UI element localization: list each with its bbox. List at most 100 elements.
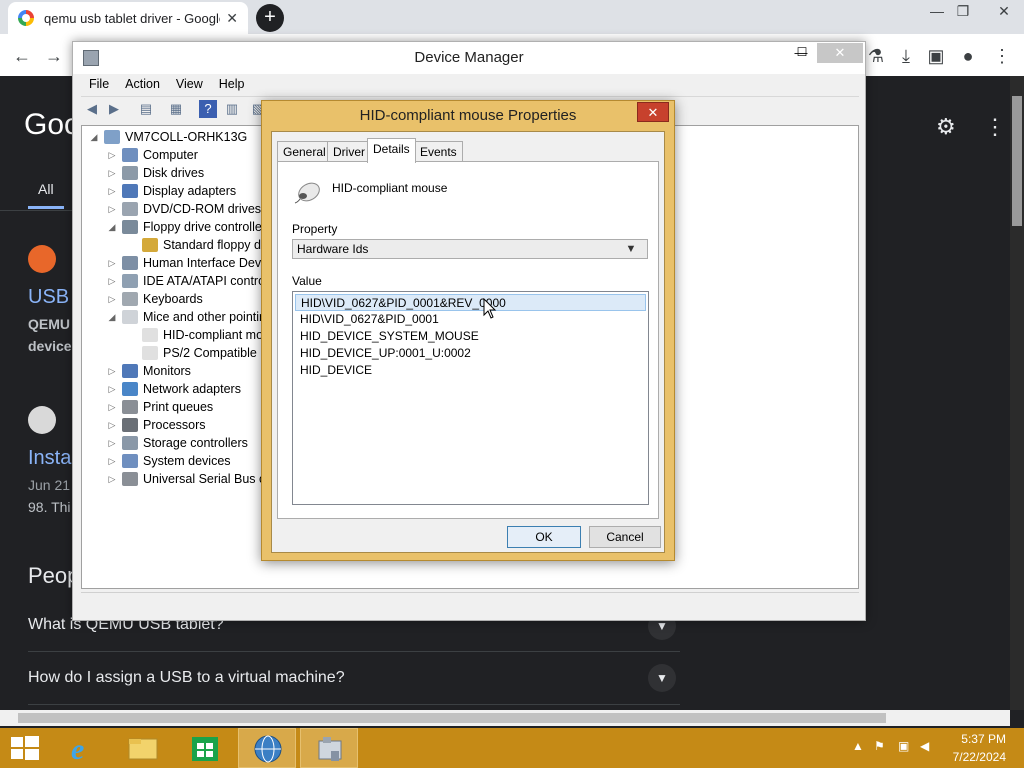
device-category-icon — [122, 472, 138, 486]
value-item[interactable]: HID_DEVICE_UP:0001_U:0002 — [295, 345, 646, 362]
tab-details[interactable]: Details — [367, 138, 416, 163]
clock-time[interactable]: 5:37 PM — [936, 732, 1006, 746]
chevron-right-icon[interactable]: ▷ — [106, 402, 118, 413]
side-panel-icon[interactable]: ▣ — [922, 42, 950, 70]
value-item[interactable]: HID_DEVICE_SYSTEM_MOUSE — [295, 328, 646, 345]
windows-store-icon[interactable] — [176, 728, 234, 768]
chevron-right-icon[interactable]: ▷ — [106, 474, 118, 485]
download-icon[interactable]: ⤓ — [892, 42, 920, 70]
network-globe-icon[interactable] — [238, 728, 296, 768]
tree-device-item[interactable]: Standard floppy dis — [126, 236, 270, 254]
device-manager-taskbar-icon[interactable] — [300, 728, 358, 768]
properties-sheet-icon[interactable]: ▦ — [167, 100, 185, 118]
new-tab-button[interactable]: + — [256, 4, 284, 32]
chevron-right-icon[interactable]: ▷ — [106, 294, 118, 305]
tree-category-item[interactable]: ▷ Disk drives — [106, 164, 204, 182]
file-explorer-icon[interactable] — [114, 728, 172, 768]
browser-tab[interactable]: qemu usb tablet driver - Google ✕ — [8, 2, 248, 34]
details-panel: HID-compliant mouse Property Hardware Id… — [277, 161, 659, 519]
chevron-right-icon[interactable]: ▷ — [106, 276, 118, 287]
forward-arrow-icon[interactable]: → — [40, 42, 68, 70]
internet-explorer-icon[interactable]: e — [54, 728, 112, 768]
tree-category-item[interactable]: ◢ Floppy drive controller — [106, 218, 266, 236]
profile-avatar-icon[interactable]: ● — [954, 42, 982, 70]
network-status-icon[interactable]: ▣ — [898, 739, 909, 753]
help-icon[interactable]: ? — [199, 100, 217, 118]
browser-tab-title: qemu usb tablet driver - Google — [44, 10, 221, 26]
show-hidden-icons-icon[interactable]: ▲ — [852, 739, 864, 753]
horizontal-scroll-thumb[interactable] — [18, 713, 886, 723]
tab-close-icon[interactable]: ✕ — [226, 10, 238, 27]
menu-view[interactable]: View — [168, 74, 211, 96]
value-item[interactable]: HID\VID_0627&PID_0001 — [295, 311, 646, 328]
tree-category-item[interactable]: ◢ Mice and other pointin — [106, 308, 266, 326]
tree-root[interactable]: ◢ VM7COLL-ORHK13G — [88, 128, 247, 146]
tree-category-item[interactable]: ▷ Display adapters — [106, 182, 236, 200]
tree-device-item[interactable]: PS/2 Compatible M — [126, 344, 271, 362]
tree-category-item[interactable]: ▷ Monitors — [106, 362, 191, 380]
tree-category-item[interactable]: ▷ Computer — [106, 146, 198, 164]
menu-file[interactable]: File — [81, 74, 117, 96]
chevron-down-icon[interactable]: ▼ — [648, 664, 676, 692]
tree-category-item[interactable]: ▷ Human Interface Devic — [106, 254, 270, 272]
chevron-right-icon[interactable]: ▷ — [106, 258, 118, 269]
chevron-right-icon[interactable]: ▷ — [106, 186, 118, 197]
result-title-link[interactable]: USB — [28, 286, 69, 309]
show-hide-console-icon[interactable]: ▤ — [137, 100, 155, 118]
menu-action[interactable]: Action — [117, 74, 168, 96]
back-arrow-icon[interactable]: ← — [8, 42, 36, 70]
tree-device-item[interactable]: HID-compliant mo — [126, 326, 263, 344]
ok-button[interactable]: OK — [507, 526, 581, 548]
action-pane-icon[interactable]: ▥ — [223, 100, 241, 118]
tree-category-item[interactable]: ▷ Storage controllers — [106, 434, 248, 452]
chevron-right-icon[interactable]: ▷ — [106, 204, 118, 215]
chevron-right-icon[interactable]: ▷ — [106, 420, 118, 431]
chevron-down-icon[interactable]: ◢ — [106, 312, 118, 323]
chevron-right-icon[interactable]: ▷ — [106, 168, 118, 179]
tree-category-item[interactable]: ▷ Universal Serial Bus co — [106, 470, 272, 488]
value-item-selected[interactable]: HID\VID_0627&PID_0001&REV_0000 — [295, 294, 646, 311]
tab-events[interactable]: Events — [414, 141, 463, 162]
chevron-right-icon[interactable]: ▷ — [106, 438, 118, 449]
back-arrow-icon[interactable]: ◀ — [83, 100, 101, 118]
tab-driver[interactable]: Driver — [327, 141, 371, 162]
tree-category-item[interactable]: ▷ Processors — [106, 416, 206, 434]
chevron-down-icon[interactable]: ▼ — [618, 240, 644, 258]
device-category-icon — [122, 202, 138, 216]
faq-question[interactable]: How do I assign a USB to a virtual machi… — [28, 669, 345, 687]
result-title-link[interactable]: Insta — [28, 447, 71, 470]
tab-all[interactable]: All — [38, 181, 54, 197]
chevron-right-icon[interactable]: ▷ — [106, 366, 118, 377]
value-listbox[interactable]: HID\VID_0627&PID_0001&REV_0000 HID\VID_0… — [292, 291, 649, 505]
action-center-flag-icon[interactable]: ⚑ — [874, 739, 885, 753]
browser-maximize-button[interactable]: ❐ — [946, 0, 980, 24]
vertical-scroll-thumb[interactable] — [1012, 96, 1022, 226]
volume-muted-icon[interactable]: ◀ — [920, 739, 929, 753]
gear-icon[interactable]: ⚙ — [936, 114, 956, 140]
property-select[interactable]: Hardware Ids — [292, 239, 648, 259]
chevron-right-icon[interactable]: ▷ — [106, 150, 118, 161]
chevron-down-icon[interactable]: ◢ — [88, 132, 100, 143]
tab-general[interactable]: General — [277, 141, 332, 162]
menu-help[interactable]: Help — [211, 74, 253, 96]
clock-date[interactable]: 7/22/2024 — [936, 750, 1006, 764]
close-button[interactable]: ✕ — [817, 43, 863, 63]
tree-category-item[interactable]: ▷ Network adapters — [106, 380, 241, 398]
chevron-down-icon[interactable]: ◢ — [106, 222, 118, 233]
tree-category-item[interactable]: ▷ System devices — [106, 452, 231, 470]
tree-category-item[interactable]: ▷ Print queues — [106, 398, 213, 416]
tree-category-item[interactable]: ▷ DVD/CD-ROM drives — [106, 200, 261, 218]
labs-flask-icon[interactable]: ⚗ — [862, 42, 890, 70]
forward-arrow-icon[interactable]: ▶ — [105, 100, 123, 118]
maximize-button[interactable]: ☐ — [791, 45, 813, 63]
dialog-close-button[interactable]: ✕ — [637, 102, 669, 122]
windows-start-icon[interactable] — [0, 728, 50, 768]
cancel-button[interactable]: Cancel — [589, 526, 661, 548]
value-item[interactable]: HID_DEVICE — [295, 362, 646, 379]
chevron-right-icon[interactable]: ▷ — [106, 384, 118, 395]
tree-category-item[interactable]: ▷ IDE ATA/ATAPI contro — [106, 272, 265, 290]
browser-menu-icon[interactable]: ⋮ — [988, 42, 1016, 70]
chevron-right-icon[interactable]: ▷ — [106, 456, 118, 467]
browser-close-button[interactable]: ✕ — [984, 0, 1024, 24]
tree-category-item[interactable]: ▷ Keyboards — [106, 290, 203, 308]
